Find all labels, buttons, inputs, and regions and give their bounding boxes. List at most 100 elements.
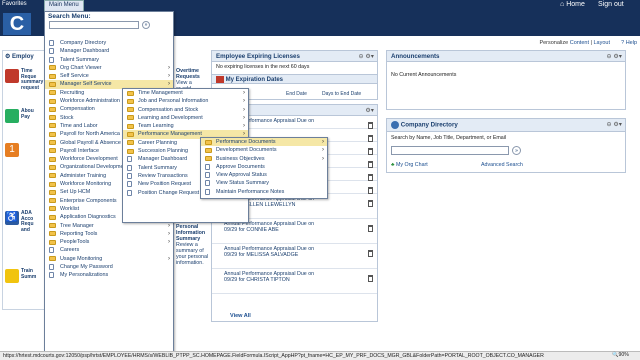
trash-icon[interactable]	[368, 135, 373, 142]
folder-icon	[49, 214, 56, 220]
document-icon	[127, 172, 132, 179]
view-all-link[interactable]: View All	[230, 313, 251, 319]
search-menu-item[interactable]: Manager Dashboard	[45, 47, 173, 55]
directory-search-go[interactable]: »	[512, 146, 521, 155]
mss-menu-item-label: Performance Management	[138, 131, 202, 138]
trash-icon[interactable]	[368, 122, 373, 129]
search-menu-item-label: Change My Password	[60, 264, 113, 271]
document-icon	[127, 189, 132, 196]
mss-menu-item[interactable]: Time Management ›	[123, 89, 248, 97]
perf-menu-item[interactable]: View Approval Status	[201, 171, 327, 179]
help-link[interactable]: ? Help	[621, 40, 637, 46]
trash-icon[interactable]	[368, 275, 373, 282]
mss-menu-item[interactable]: Team Learning ›	[123, 122, 248, 130]
search-menu-item-label: Recruiting	[60, 89, 85, 96]
mss-menu-item-label: Succession Planning	[138, 148, 189, 155]
trash-icon[interactable]	[368, 187, 373, 194]
directory-icon	[391, 121, 399, 129]
about-pay-label: Abou Pay	[21, 108, 34, 120]
mss-menu-item-label: Manager Dashboard	[138, 156, 188, 163]
folder-icon	[127, 140, 134, 146]
mss-menu-item-label: Compensation and Stock	[138, 106, 199, 113]
ada-item[interactable]: ♿ ADA Acco Requ and	[5, 210, 45, 232]
directory-search-input[interactable]	[391, 146, 509, 155]
mss-menu-item-label: Team Learning	[138, 123, 174, 130]
trash-icon[interactable]	[368, 174, 373, 181]
search-menu-item[interactable]: Talent Summary	[45, 56, 173, 64]
mss-menu-item[interactable]: Compensation and Stock ›	[123, 106, 248, 114]
document-icon	[49, 247, 54, 254]
trash-icon[interactable]	[368, 148, 373, 155]
search-menu-item-label: Talent Summary	[60, 56, 99, 63]
perf-menu-item-label: View Status Summary	[216, 180, 269, 187]
trash-icon[interactable]	[368, 225, 373, 232]
status-bar: https://hrtest.mdcourts.gov:12050/psp/hr…	[0, 351, 640, 360]
menu-search-input[interactable]	[49, 21, 139, 29]
search-menu-item-label: Worklist	[60, 205, 80, 212]
pagelet-controls[interactable]: ⊖ ⚙▾	[358, 53, 374, 60]
folder-icon	[49, 65, 56, 71]
time-labor-item[interactable]: 1	[5, 143, 45, 157]
perf-menu-item[interactable]: Approve Documents	[201, 163, 327, 171]
status-url: https://hrtest.mdcourts.gov:12050/psp/hr…	[3, 353, 544, 359]
advanced-search-link[interactable]: Advanced Search	[481, 162, 523, 168]
perf-menu-item[interactable]: View Status Summary	[201, 179, 327, 187]
home-link[interactable]: ⌂ Home	[560, 1, 585, 8]
help-label: Help	[625, 40, 637, 46]
search-menu-item-label: Reporting Tools	[60, 230, 98, 237]
personalize-bar: Personalize Content | Layout	[539, 40, 610, 46]
worklist-controls[interactable]: ⚙▾	[365, 107, 374, 114]
perf-menu-item[interactable]: Performance Documents ›	[201, 138, 327, 147]
search-menu-item[interactable]: Org Chart Viewer ›	[45, 64, 173, 72]
mss-menu-item[interactable]: Job and Personal Information ›	[123, 97, 248, 105]
document-icon	[127, 181, 132, 188]
expiration-dates-header: My Expiration Dates	[212, 74, 377, 84]
folder-icon	[49, 206, 56, 212]
worklist-row[interactable]: Annual Performance Appraisal Due on 09/29…	[212, 269, 377, 294]
menu-search-go[interactable]: »	[142, 21, 150, 29]
about-pay-item[interactable]: Abou Pay	[5, 108, 45, 125]
folder-icon	[49, 73, 56, 79]
personal-info-snippet[interactable]: Personal Information Summary Review a summar…	[176, 224, 208, 266]
search-menu-item[interactable]: Self Service ›	[45, 72, 173, 80]
trash-icon[interactable]	[368, 161, 373, 168]
mss-menu-item[interactable]: Learning and Development ›	[123, 114, 248, 122]
search-menu-item-label: My Personalizations	[60, 272, 109, 279]
perf-menu-item[interactable]: Maintain Performance Notes	[201, 188, 327, 196]
chevron-right-icon: ›	[243, 90, 245, 96]
document-icon	[205, 188, 210, 195]
search-menu-item-label: Workforce Monitoring	[60, 181, 112, 188]
search-menu-item-label: Enterprise Components	[60, 197, 117, 204]
folder-icon	[127, 107, 134, 113]
mss-menu-item-label: Talent Summary	[138, 164, 177, 171]
employee-pagelet: ⚙ Employ Time Reque summary request Abou…	[2, 50, 46, 310]
org-chart-link[interactable]: ♣ My Org Chart	[391, 162, 428, 168]
directory-controls[interactable]: ⊖ ⚙▾	[606, 121, 622, 128]
main-menu[interactable]: Main Menu	[44, 0, 84, 11]
chevron-right-icon: ›	[243, 106, 245, 113]
directory-title: Company Directory ⊖ ⚙▾	[387, 119, 625, 132]
time-request-item[interactable]: Time Reque summary request	[5, 68, 45, 90]
signout-link[interactable]: Sign out	[598, 1, 624, 8]
perf-menu-item[interactable]: Development Documents ›	[201, 146, 327, 154]
search-menu-item[interactable]: My Personalizations	[45, 271, 173, 279]
search-menu-item[interactable]: Reporting Tools ›	[45, 230, 173, 238]
search-menu-item[interactable]: PeopleTools ›	[45, 238, 173, 246]
search-menu-item[interactable]: Usage Monitoring ›	[45, 255, 173, 263]
perf-menu-item[interactable]: Business Objectives ›	[201, 155, 327, 163]
announcements-controls[interactable]: ⊖ ⚙▾	[606, 53, 622, 60]
personalize-layout-link[interactable]: Layout	[593, 40, 610, 46]
folder-icon	[127, 115, 134, 121]
document-icon	[49, 272, 54, 279]
trash-icon[interactable]	[368, 250, 373, 257]
search-menu-item[interactable]: Company Directory	[45, 39, 173, 47]
search-menu-item[interactable]: Careers	[45, 246, 173, 254]
search-menu-item[interactable]: Change My Password	[45, 263, 173, 271]
favorites-menu[interactable]: Favorites	[2, 1, 27, 7]
chevron-right-icon: ›	[243, 98, 245, 105]
training-item[interactable]: Train Summ	[5, 268, 45, 285]
personalize-content-link[interactable]: Content	[570, 40, 589, 46]
worklist-row[interactable]: Annual Performance Appraisal Due on 09/29…	[212, 244, 377, 269]
trash-icon[interactable]	[368, 200, 373, 207]
zoom-level[interactable]: 🔍90%	[612, 352, 629, 358]
